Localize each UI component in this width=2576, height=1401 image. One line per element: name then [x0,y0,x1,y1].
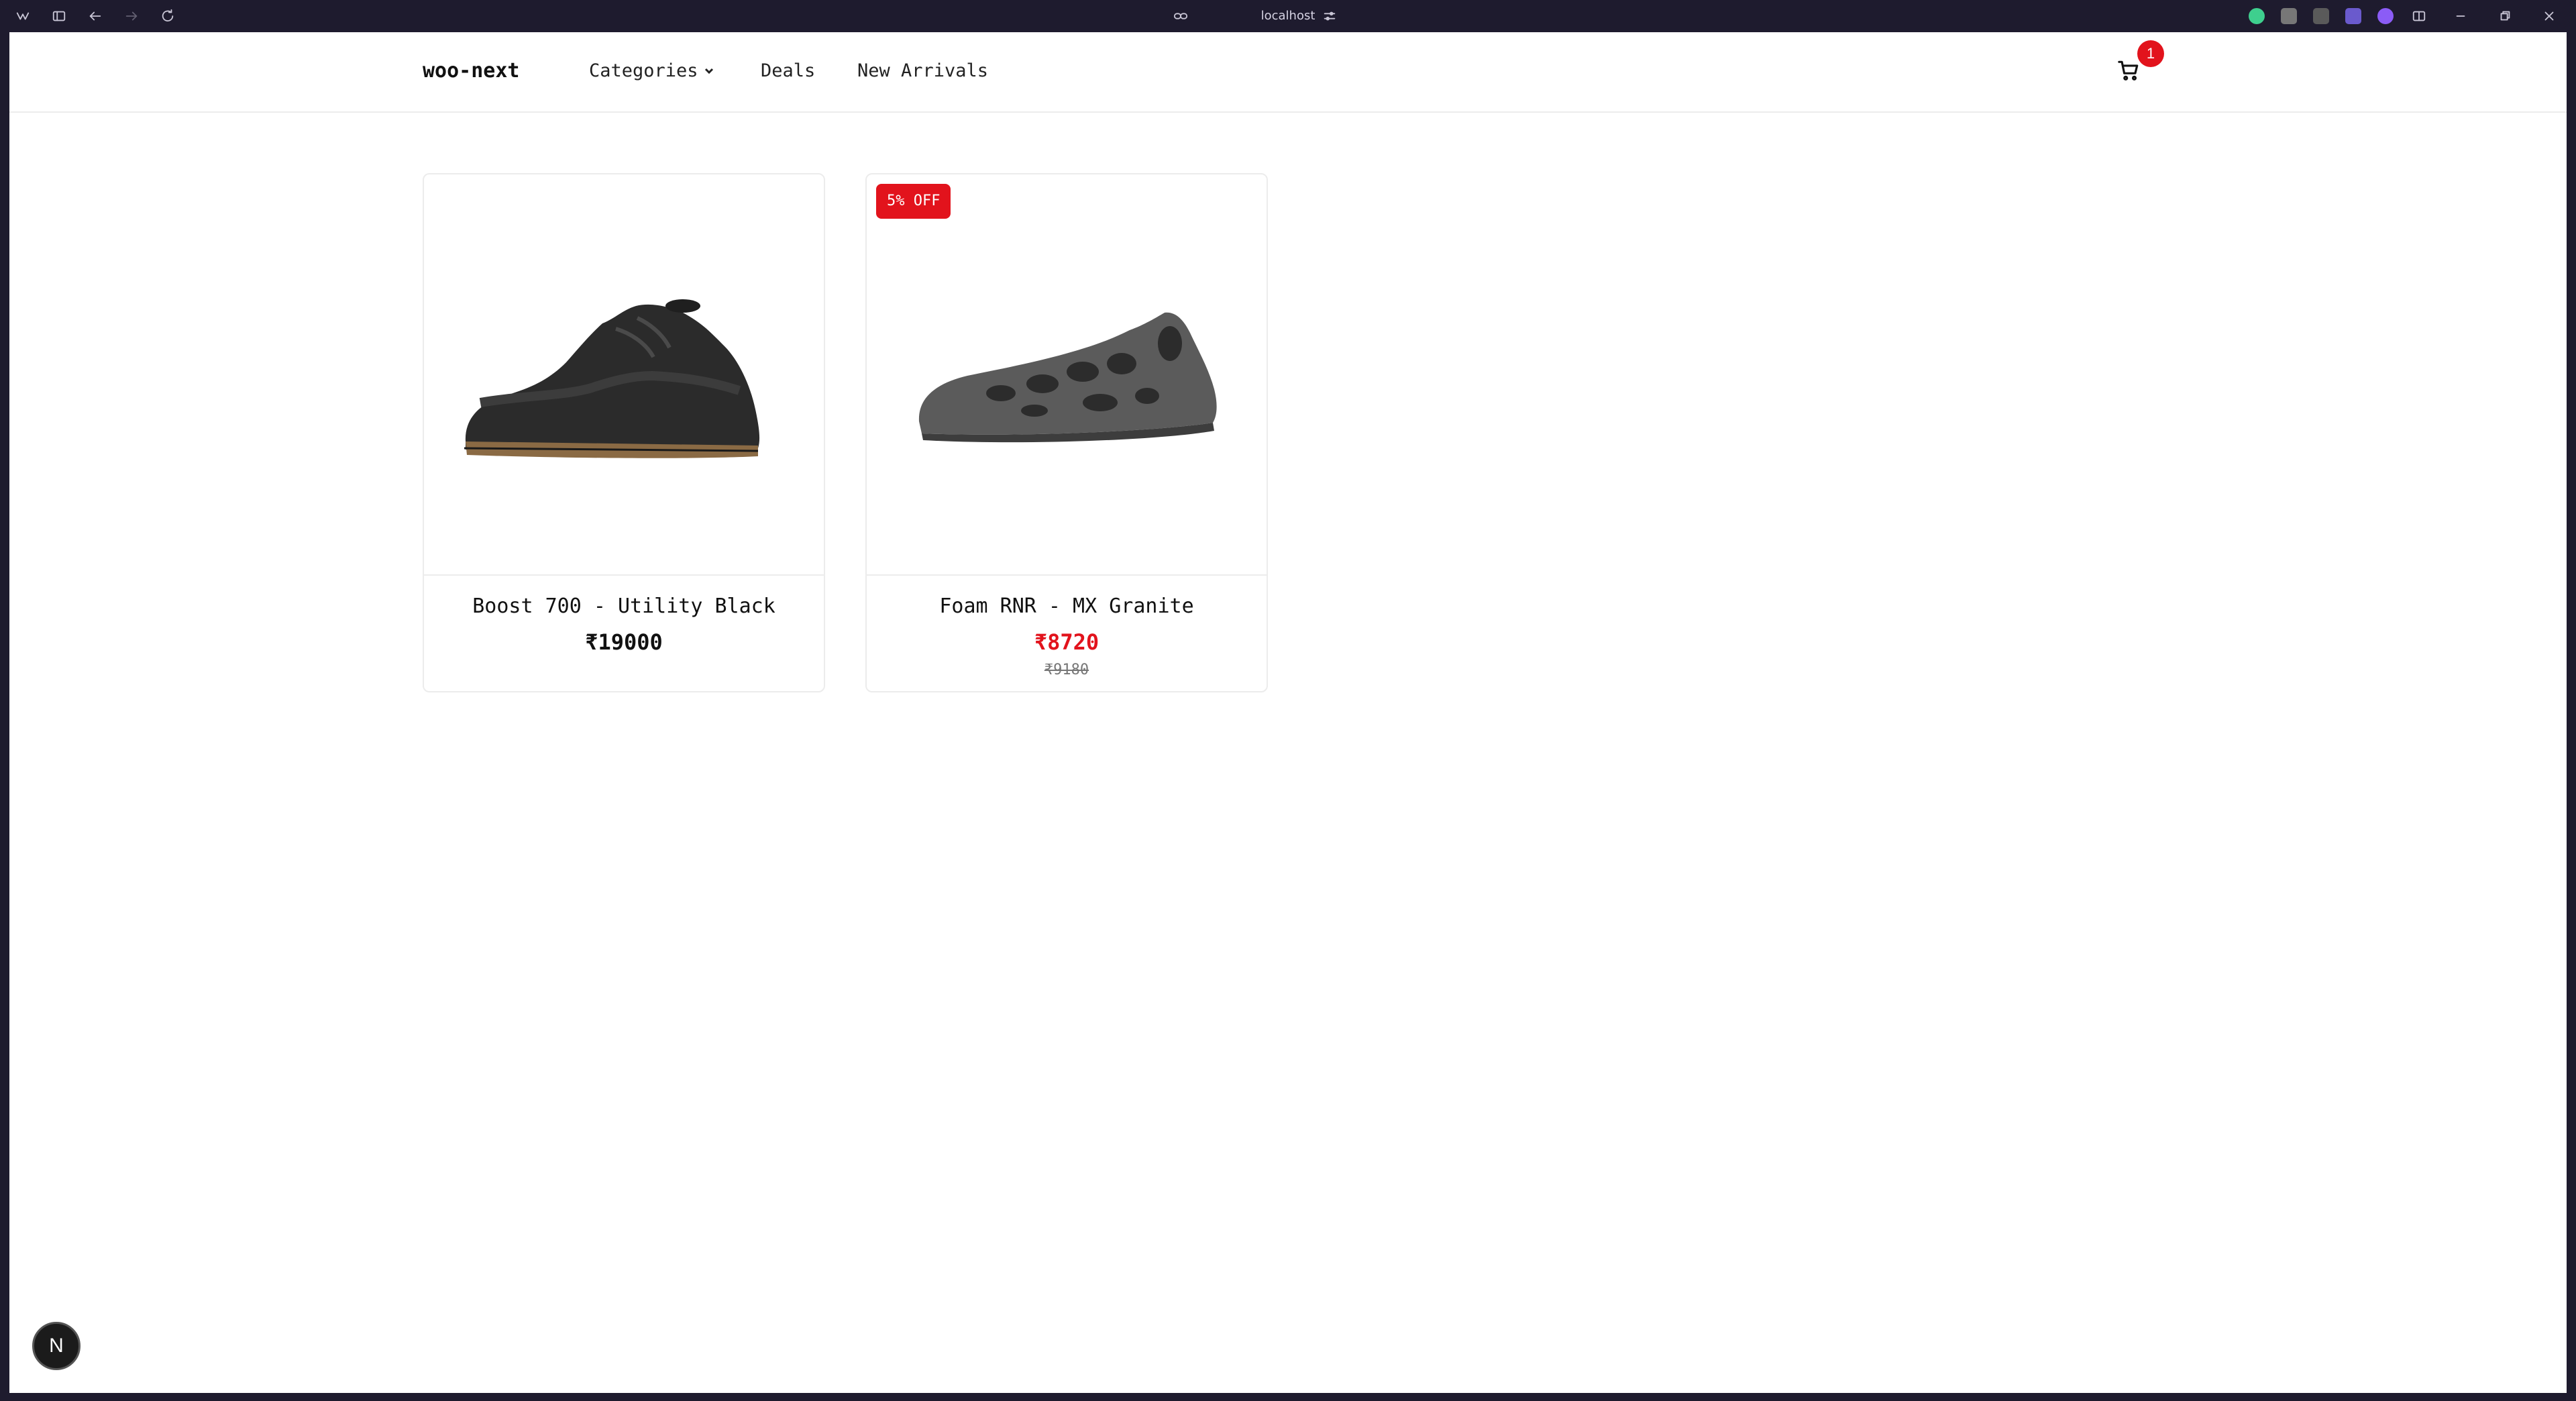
close-icon[interactable] [2540,7,2559,25]
nav-new-arrivals-label: New Arrivals [857,60,989,81]
product-title[interactable]: Boost 700 - Utility Black [424,594,824,618]
nav-categories-label: Categories [589,60,698,81]
sidebar-toggle-icon[interactable] [50,7,68,25]
chevron-down-icon [704,68,713,74]
link-icon[interactable] [1171,7,1190,25]
extension-wordpress-icon[interactable] [2281,8,2297,24]
nav-deals-label: Deals [761,60,816,81]
browser-toolbar: localhost [0,0,2576,32]
product-card[interactable]: Boost 700 - Utility Black ₹19000 [423,173,825,692]
extension-profile-icon[interactable] [2377,8,2394,24]
sneaker-image [464,299,760,458]
product-sale-price: ₹8720 [1034,629,1099,655]
forward-icon[interactable] [122,7,141,25]
product-regular-price: ₹9180 [1044,662,1089,678]
nav-deals[interactable]: Deals [761,60,815,81]
extension-cursor-icon[interactable] [2249,8,2265,24]
restore-icon[interactable] [2496,7,2514,25]
minimize-icon[interactable] [2451,7,2470,25]
site-settings-icon[interactable] [1320,7,1339,25]
product-title[interactable]: Foam RNR - MX Granite [867,594,1267,618]
product-card[interactable]: 5% OFF Foam RNR - MX Granite ₹8720 ₹9180 [865,173,1268,692]
back-icon[interactable] [86,7,105,25]
reload-icon[interactable] [158,7,177,25]
split-view-icon[interactable] [2410,7,2428,25]
cart-button[interactable] [2117,59,2144,86]
product-price: ₹19000 [585,629,663,655]
site-header: woo-next Categories Deals New Arrivals 1 [9,32,2567,113]
product-image[interactable] [424,174,824,576]
extension-font-icon[interactable] [2313,8,2329,24]
page-viewport: woo-next Categories Deals New Arrivals 1 [9,32,2567,1393]
nav-new-arrivals[interactable]: New Arrivals [857,60,988,81]
nav-categories[interactable]: Categories [589,60,714,81]
nextjs-dev-indicator-button[interactable]: N [32,1322,80,1370]
cart-icon [2118,60,2139,81]
browser-menu-icon[interactable] [13,7,32,25]
site-logo[interactable]: woo-next [423,59,520,83]
cart-count-badge: 1 [2137,40,2164,67]
discount-badge: 5% OFF [876,184,951,219]
foam-runner-image [918,312,1217,443]
product-image[interactable] [867,174,1267,576]
extension-screenshot-icon[interactable] [2345,8,2361,24]
